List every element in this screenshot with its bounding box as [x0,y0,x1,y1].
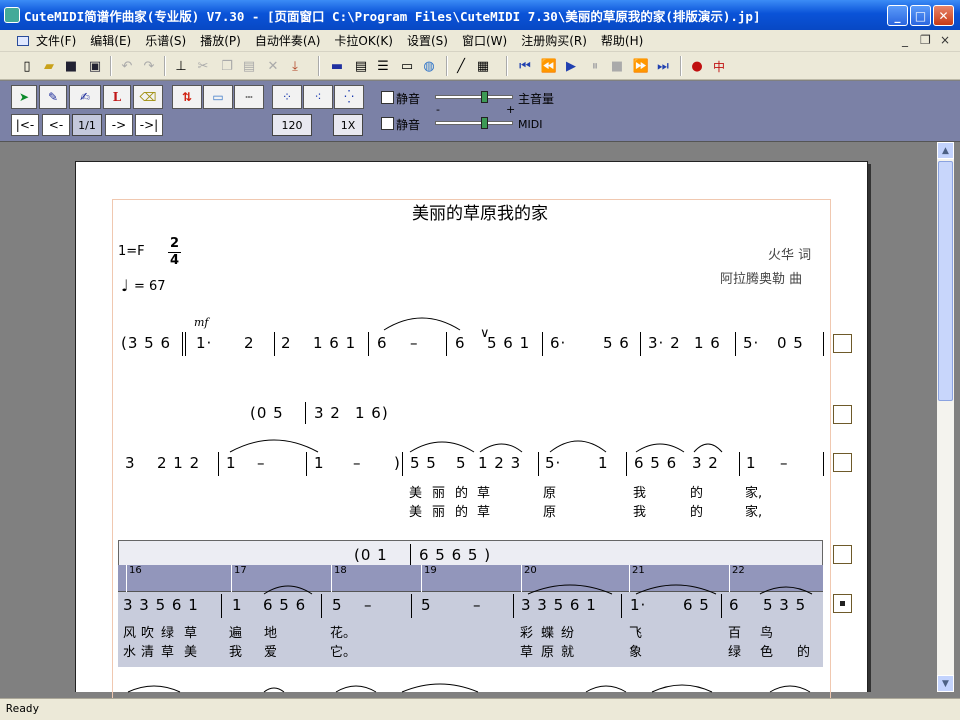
slur [409,441,475,453]
slur [635,584,717,595]
slur [229,439,319,453]
slur [401,683,479,693]
slur [383,317,461,331]
scroll-down-icon[interactable]: ▼ [937,675,954,692]
slur [127,685,181,693]
slur [585,685,627,693]
slur [549,440,607,453]
slur [479,443,523,453]
slur [335,685,377,693]
slur [263,687,285,693]
scroll-up-icon[interactable]: ▲ [937,142,954,159]
slur [263,585,313,595]
slur [693,443,723,453]
slur [527,584,613,595]
status-bar: Ready [0,698,960,720]
scroll-thumb[interactable] [938,161,953,401]
slur [769,685,811,693]
slur [651,684,713,693]
slur-layer [127,317,813,693]
slur [759,586,813,595]
vertical-scrollbar[interactable]: ▲ ▼ [937,142,954,692]
slur [635,443,685,453]
